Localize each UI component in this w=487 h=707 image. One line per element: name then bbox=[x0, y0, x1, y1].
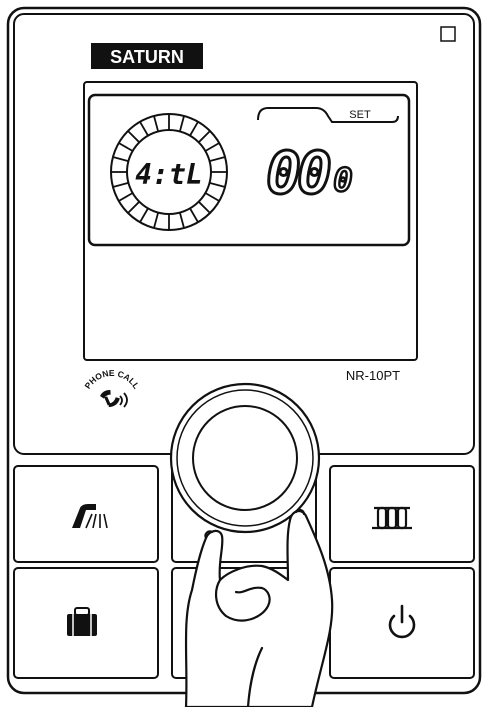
shower-button[interactable] bbox=[13, 465, 159, 563]
set-label: SET bbox=[349, 109, 371, 121]
status-indicator-square bbox=[440, 26, 456, 42]
brand-label: SATURN bbox=[110, 47, 184, 67]
thermostat-illustration: SATURN 4:tL SET 00 0 NR-10PT PHONE CALL bbox=[6, 6, 482, 707]
temperature-main-digits: 00 bbox=[266, 139, 330, 207]
radiator-button[interactable] bbox=[329, 465, 475, 563]
temperature-small-digit: 0 bbox=[333, 161, 352, 199]
clock-display-text: 4:tL bbox=[135, 158, 202, 191]
model-label: NR-10PT bbox=[346, 368, 400, 383]
